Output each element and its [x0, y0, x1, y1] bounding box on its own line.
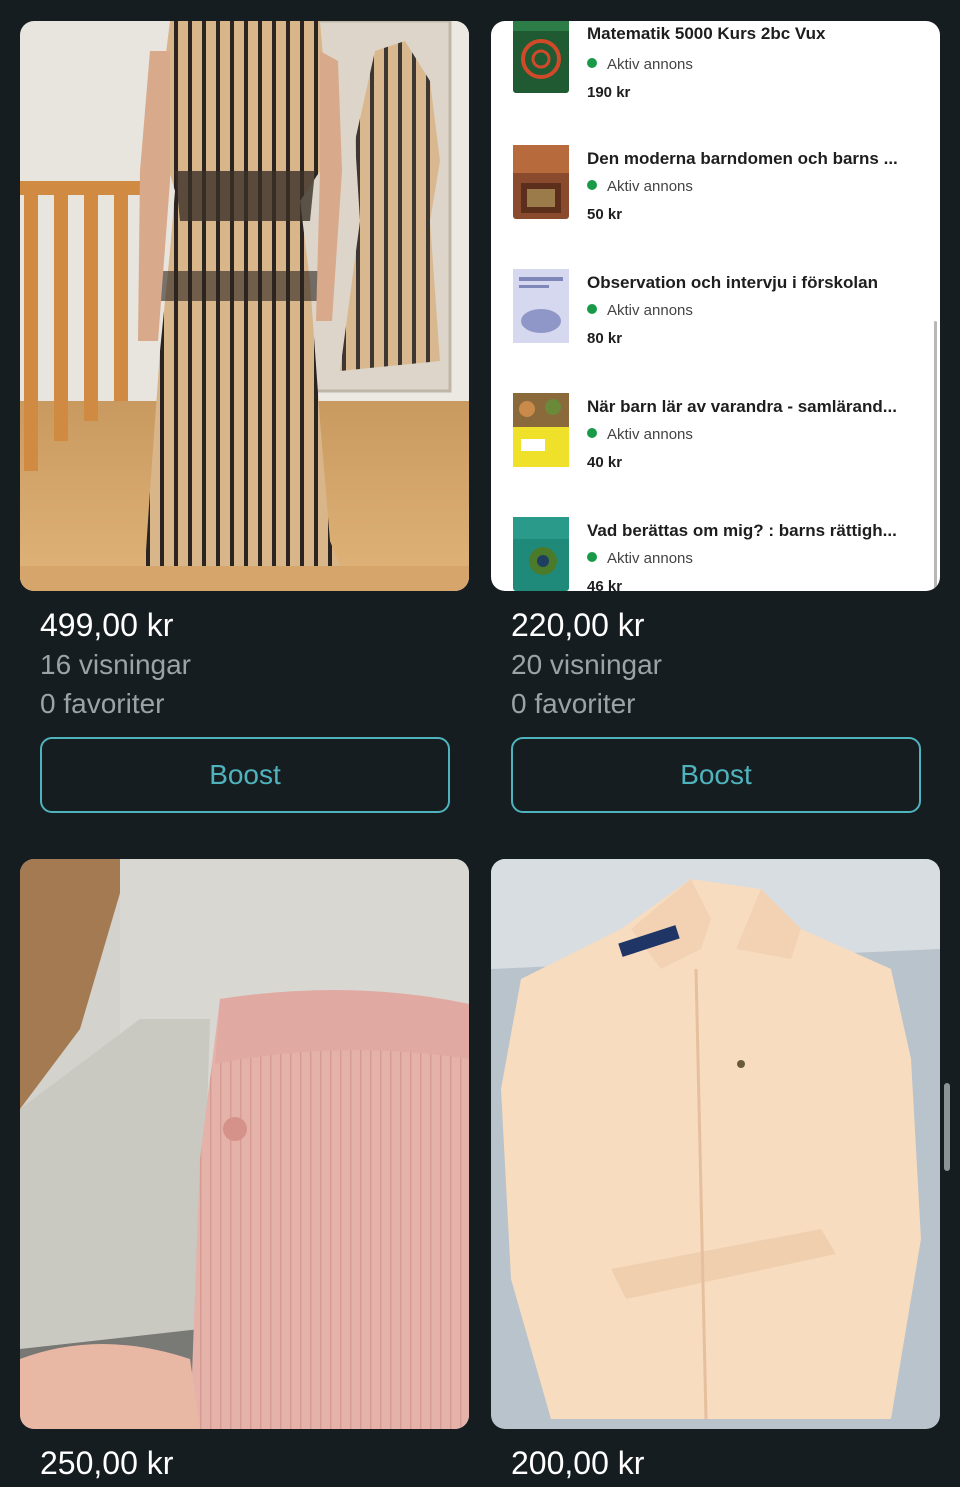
book-title: Vad berättas om mig? : barns rättigh... — [587, 521, 897, 540]
book-status: Aktiv annons — [587, 426, 693, 443]
listing-card[interactable]: Matematik 5000 Kurs 2bc Vux Aktiv annons… — [491, 21, 940, 813]
book-title: Observation och intervju i förskolan — [587, 273, 878, 292]
book-cover-image — [513, 269, 569, 343]
listing-card[interactable]: 499,00 kr 16 visningar 0 favoriter Boost — [20, 21, 469, 813]
book-cover-image — [513, 21, 569, 93]
active-dot-icon — [587, 304, 597, 314]
boost-button[interactable]: Boost — [40, 737, 450, 813]
listing-photo-dress[interactable] — [20, 21, 469, 591]
listing-photo-pants[interactable] — [20, 859, 469, 1429]
listing-favorites: 0 favoriter — [511, 688, 636, 719]
book-item: Matematik 5000 Kurs 2bc Vux Aktiv annons… — [491, 21, 931, 131]
listing-price: 200,00 kr — [511, 1445, 645, 1481]
book-price: 40 kr — [587, 454, 623, 471]
book-status: Aktiv annons — [587, 302, 693, 319]
book-item: Observation och intervju i förskolan Akt… — [491, 269, 931, 379]
book-status: Aktiv annons — [587, 56, 693, 73]
listing-price: 220,00 kr — [511, 607, 645, 643]
listing-favorites: 0 favoriter — [40, 688, 165, 719]
book-status: Aktiv annons — [587, 550, 693, 567]
book-item: Vad berättas om mig? : barns rättigh... … — [491, 517, 931, 591]
listing-photo-shirt[interactable] — [491, 859, 940, 1429]
listing-card[interactable]: 200,00 kr — [491, 859, 940, 1483]
book-cover-image — [513, 393, 569, 467]
book-price: 46 kr — [587, 578, 623, 591]
book-title: Den moderna barndomen och barns ... — [587, 149, 898, 168]
book-status: Aktiv annons — [587, 178, 693, 195]
book-price: 190 kr — [587, 84, 631, 101]
book-price: 50 kr — [587, 206, 623, 223]
book-title: Matematik 5000 Kurs 2bc Vux — [587, 24, 826, 43]
book-cover-image — [513, 517, 569, 591]
active-dot-icon — [587, 428, 597, 438]
book-cover-image — [513, 145, 569, 219]
book-title: När barn lär av varandra - samlärand... — [587, 397, 897, 416]
active-dot-icon — [587, 180, 597, 190]
listing-views: 20 visningar — [511, 649, 662, 680]
active-dot-icon — [587, 552, 597, 562]
listing-price: 499,00 kr — [40, 607, 174, 643]
book-price: 80 kr — [587, 330, 623, 347]
boost-button[interactable]: Boost — [511, 737, 921, 813]
listing-photo-books[interactable]: Matematik 5000 Kurs 2bc Vux Aktiv annons… — [491, 21, 940, 591]
active-dot-icon — [587, 58, 597, 68]
listing-price: 250,00 kr — [40, 1445, 174, 1481]
page-scrollbar[interactable] — [944, 1083, 950, 1171]
listing-card[interactable]: 250,00 kr — [20, 859, 469, 1483]
listing-views: 16 visningar — [40, 649, 191, 680]
scrollbar[interactable] — [934, 321, 937, 591]
book-item: Den moderna barndomen och barns ... Akti… — [491, 145, 931, 255]
book-item: När barn lär av varandra - samlärand... … — [491, 393, 931, 503]
